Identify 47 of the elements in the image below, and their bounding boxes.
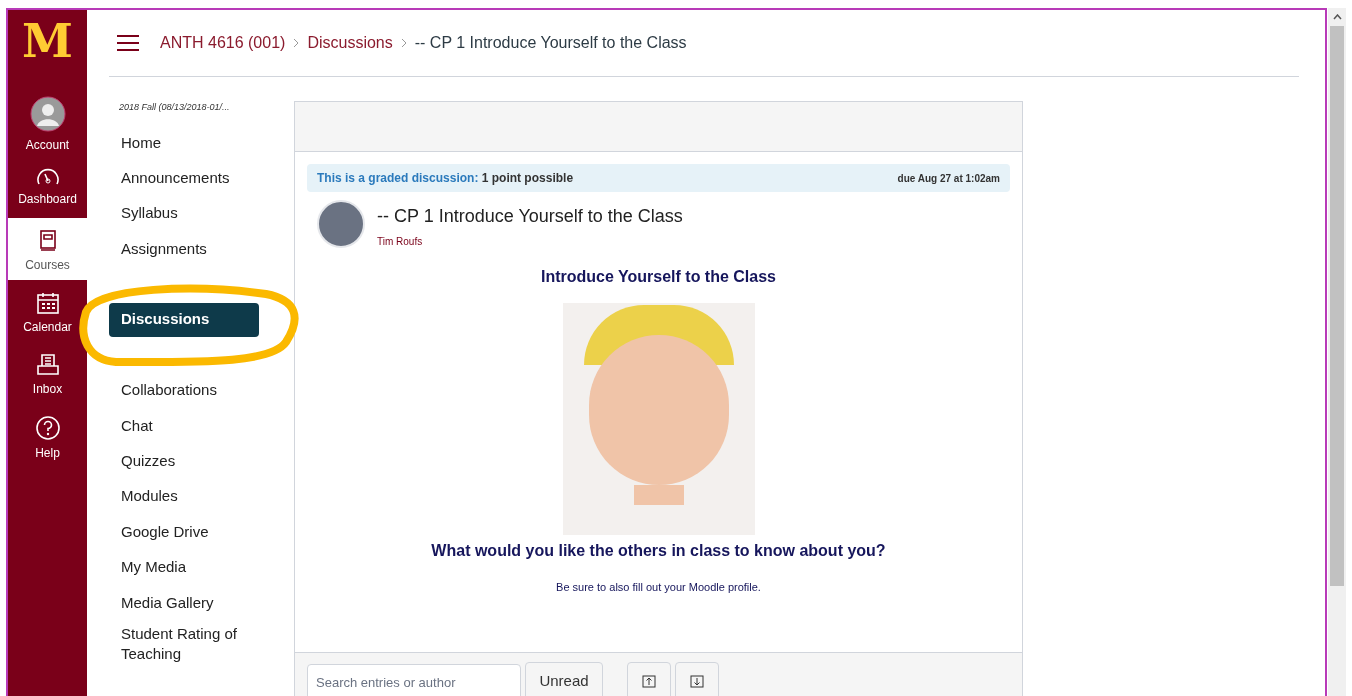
course-nav-link[interactable]: Assignments [109,231,294,267]
unread-button[interactable]: Unread [525,662,603,696]
chevron-icon [400,38,407,48]
global-nav-item[interactable]: Calendar [8,280,87,342]
due-date: due Aug 27 at 1:02am [897,171,1000,186]
course-nav-link[interactable]: Google Drive [109,514,294,550]
global-nav-item[interactable]: Account [8,88,87,156]
collapse-button[interactable] [627,662,671,696]
course-nav-link[interactable]: Syllabus [109,195,294,232]
course-nav-link[interactable]: Discussions [109,302,259,337]
course-nav-link[interactable]: My Media [109,549,294,585]
course-nav-link[interactable]: Chat [109,407,294,444]
menu-icon[interactable] [116,34,140,52]
term-label: 2018 Fall (08/13/2018-01/... [119,101,231,114]
breadcrumb-link[interactable]: ANTH 4616 (001) [160,31,286,55]
graded-text: This is a graded discussion: 1 point possible [317,170,574,187]
chevron-icon [293,38,300,48]
calendar-icon [36,292,59,314]
book-icon [38,230,57,252]
global-nav-item[interactable]: Dashboard [8,156,87,218]
help-icon [35,416,60,440]
course-nav-link[interactable]: Modules [109,478,294,515]
post-heading: Introduce Yourself to the Class [541,267,776,287]
course-nav-link[interactable]: Student Rating of Teaching [109,620,249,665]
arrow-down-box-icon [690,674,704,688]
global-nav-item[interactable]: Inbox [8,342,87,404]
global-nav-item[interactable]: Courses [8,218,87,280]
post-question: What would you like the others in class to know about you? [431,541,886,561]
course-nav-link[interactable]: Media Gallery [109,584,294,621]
avatar-placeholder [317,200,365,248]
post-note: Be sure to also fill out your Moodle profile. [556,580,761,595]
course-nav-link[interactable]: Collaborations [109,372,294,408]
breadcrumb-current: -- CP 1 Introduce Yourself to the Class [414,33,687,53]
avatar-icon [29,96,66,132]
discussion-title: -- CP 1 Introduce Yourself to the Class [377,205,683,228]
expand-button[interactable] [675,662,719,696]
breadcrumb-link[interactable]: Discussions [307,31,393,55]
author-link[interactable]: Tim Roufs [377,234,683,249]
search-field[interactable]: Search entries or author [307,664,521,696]
course-nav-link[interactable]: Announcements [109,160,294,196]
inbox-icon [36,354,59,376]
course-nav-link[interactable]: Quizzes [109,443,294,479]
global-nav-item[interactable]: Help [8,404,87,466]
arrow-up-box-icon [642,674,656,688]
logo[interactable]: M [22,18,73,64]
gauge-icon [35,168,60,186]
course-nav-link[interactable]: Home [109,125,294,161]
